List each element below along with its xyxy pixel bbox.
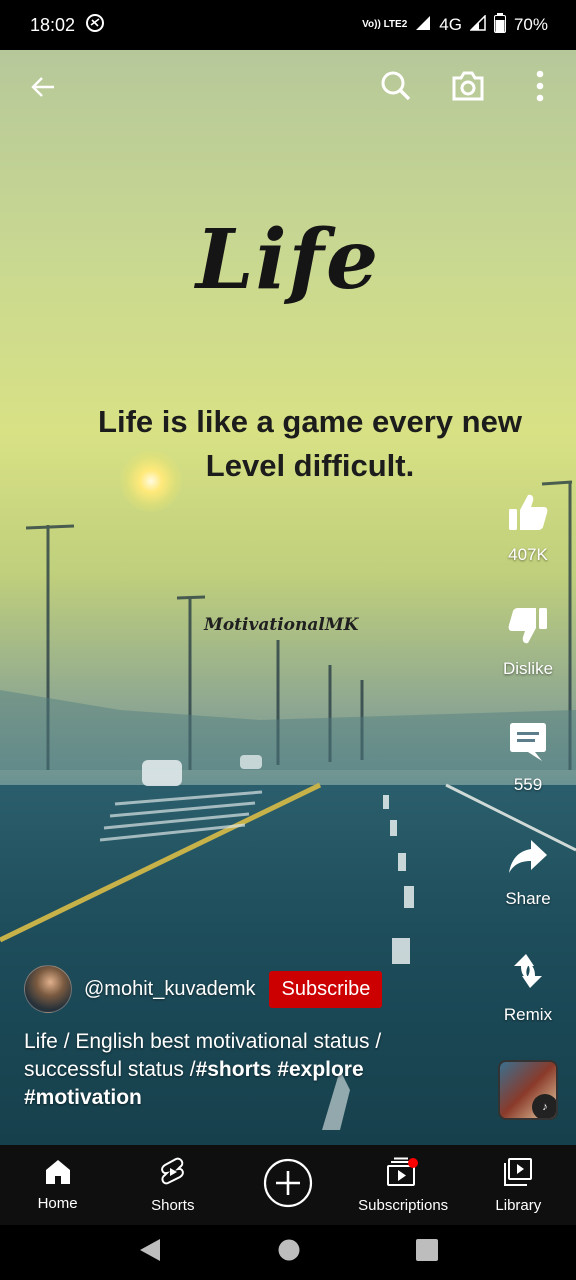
thumbs-up-icon <box>507 492 549 537</box>
dislike-label: Dislike <box>502 659 554 678</box>
comments-button[interactable]: 559 <box>478 722 576 795</box>
nav-library[interactable]: Library <box>461 1145 576 1225</box>
create-icon <box>263 1158 313 1212</box>
music-note-icon: ♪ <box>532 1094 556 1118</box>
video-overlay-title: Life <box>195 212 381 308</box>
bottom-nav: Home Shorts Subscriptions Library <box>0 1145 576 1225</box>
camera-icon[interactable] <box>450 68 486 104</box>
data-saver-icon <box>85 13 105 38</box>
status-bar: 18:02 Vo)) LTE2 4G 70% <box>0 0 576 50</box>
subscriptions-icon <box>386 1157 420 1191</box>
nav-home[interactable]: Home <box>0 1145 115 1225</box>
share-label: Share <box>505 889 551 908</box>
subscribe-button[interactable]: Subscribe <box>269 970 383 1008</box>
channel-row: @mohit_kuvademk Subscribe <box>24 965 383 1013</box>
remix-label: Remix <box>503 1005 553 1024</box>
like-count: 407K <box>508 545 548 564</box>
more-vert-icon[interactable] <box>526 68 554 104</box>
back-triangle-icon[interactable] <box>138 1237 162 1268</box>
network-type: 4G <box>439 15 462 34</box>
short-video[interactable]: Life Life is like a game every new Level… <box>0 50 576 1145</box>
volte-indicator: Vo)) LTE2 <box>362 19 408 30</box>
nav-create[interactable] <box>230 1145 345 1225</box>
hashtag[interactable]: #explore <box>277 1058 363 1081</box>
battery-percent: 70% <box>513 15 548 34</box>
thumbs-down-icon <box>507 606 549 651</box>
hashtag[interactable]: #motivation <box>24 1086 142 1109</box>
comment-icon <box>508 722 548 767</box>
home-icon <box>45 1159 71 1189</box>
nav-shorts[interactable]: Shorts <box>115 1145 230 1225</box>
channel-avatar[interactable] <box>24 965 72 1013</box>
like-button[interactable]: 407K <box>478 492 576 565</box>
channel-handle[interactable]: @mohit_kuvademk <box>84 978 255 1001</box>
notification-dot <box>408 1157 419 1168</box>
share-icon <box>507 838 549 881</box>
status-time: 18:02 <box>30 14 76 35</box>
video-overlay-quote: Life is like a game every new Level diff… <box>98 404 522 483</box>
nav-label: Subscriptions <box>358 1196 449 1214</box>
dislike-button[interactable]: Dislike <box>478 606 576 679</box>
remix-icon <box>506 950 550 997</box>
recents-square-icon[interactable] <box>416 1239 439 1266</box>
signal-icon <box>415 15 431 36</box>
video-watermark: MotivationalMK <box>204 615 359 635</box>
library-icon <box>503 1157 533 1191</box>
sound-thumbnail[interactable]: ♪ <box>498 1060 558 1120</box>
search-icon[interactable] <box>378 68 414 104</box>
back-icon[interactable] <box>26 70 60 104</box>
nav-label: Shorts <box>151 1196 195 1214</box>
remix-button[interactable]: Remix <box>478 950 576 1025</box>
hashtag[interactable]: #shorts <box>196 1058 272 1081</box>
nav-subscriptions[interactable]: Subscriptions <box>346 1145 461 1225</box>
share-button[interactable]: Share <box>478 838 576 909</box>
nav-label: Home <box>37 1194 78 1212</box>
comment-count: 559 <box>513 775 543 794</box>
nav-label: Library <box>495 1196 542 1214</box>
video-description[interactable]: Life / English best motivational status … <box>24 1028 464 1112</box>
battery-icon <box>493 12 506 38</box>
signal-icon-2 <box>469 13 486 36</box>
shorts-icon <box>159 1157 187 1191</box>
system-nav-bar <box>0 1225 576 1280</box>
home-circle-icon[interactable] <box>277 1238 301 1267</box>
